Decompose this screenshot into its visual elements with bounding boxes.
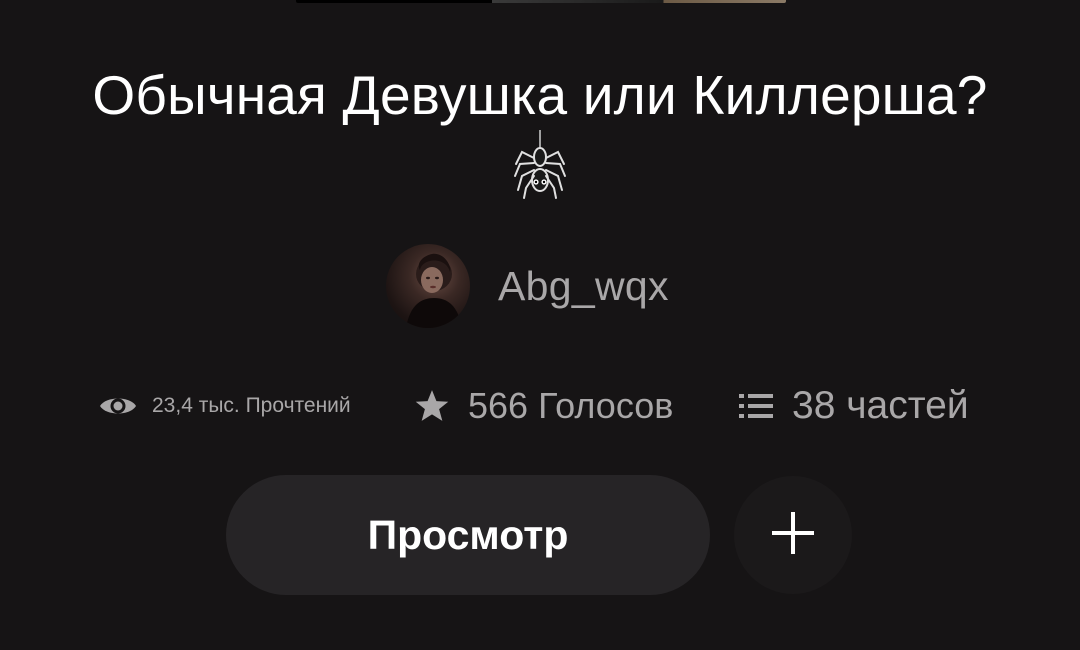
add-to-library-button[interactable] bbox=[734, 476, 852, 594]
author-link[interactable]: Abg_wqx bbox=[386, 244, 669, 328]
read-button[interactable]: Просмотр bbox=[226, 475, 710, 595]
votes-count: 566 Голосов bbox=[468, 385, 674, 426]
avatar[interactable] bbox=[386, 244, 470, 328]
list-icon bbox=[738, 391, 774, 421]
story-stats: 23,4 тыс. Прочтений 566 Голосов 38 часте… bbox=[0, 378, 1080, 434]
spider-icon bbox=[512, 130, 568, 200]
reads-count: 23,4 тыс. Прочтений bbox=[152, 394, 351, 417]
story-details-page: Обычная Девушка или Киллерша? Abg_wqx 23… bbox=[0, 0, 1080, 650]
author-name[interactable]: Abg_wqx bbox=[498, 263, 669, 310]
cover-image-edge bbox=[296, 0, 786, 3]
plus-icon bbox=[770, 510, 816, 561]
parts-stat: 38 частей bbox=[738, 378, 969, 434]
votes-stat: 566 Голосов bbox=[414, 378, 673, 434]
reads-stat: 23,4 тыс. Прочтений bbox=[98, 378, 351, 434]
story-title: Обычная Девушка или Киллерша? bbox=[92, 64, 988, 126]
eye-icon bbox=[98, 392, 138, 420]
parts-count: 38 частей bbox=[792, 384, 969, 427]
star-icon bbox=[414, 389, 450, 423]
